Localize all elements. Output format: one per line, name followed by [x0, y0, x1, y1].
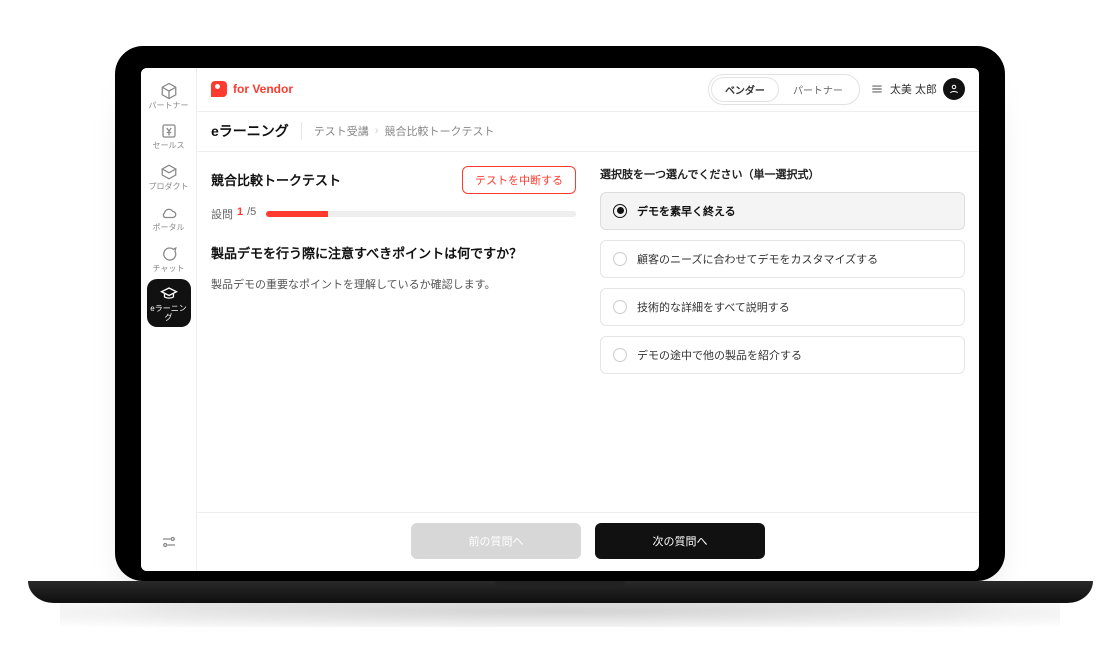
answer-option-label: 技術的な詳細をすべて説明する — [637, 299, 790, 315]
laptop-frame: パートナー セールス プロダクト ポータル — [0, 0, 1120, 672]
radio-icon — [613, 204, 627, 218]
question-panel: 競合比較トークテスト テストを中断する 設問 1/5 — [211, 166, 576, 504]
user-menu[interactable]: 太美 太郎 — [870, 78, 965, 100]
test-title: 競合比較トークテスト — [211, 170, 341, 189]
segmented-vendor[interactable]: ベンダー — [711, 77, 779, 102]
answer-option[interactable]: デモの途中で他の製品を紹介する — [600, 336, 965, 374]
user-name: 太美 太郎 — [890, 81, 937, 97]
answer-option[interactable]: 技術的な詳細をすべて説明する — [600, 288, 965, 326]
sidebar-item-label: eラーニング — [147, 305, 191, 323]
answers-title: 選択肢を一つ選んでください（単一選択式） — [600, 166, 965, 182]
breadcrumb-item: 競合比較トークテスト — [384, 123, 494, 139]
sidebar-item-label: プロダクト — [149, 183, 189, 192]
answer-option-label: 顧客のニーズに合わせてデモをカスタマイズする — [637, 251, 878, 267]
answer-option-label: デモの途中で他の製品を紹介する — [637, 347, 802, 363]
progress-bar — [266, 211, 576, 217]
app-header: for Vendor ベンダー パートナー 太美 太郎 — [197, 68, 979, 112]
breadcrumb-item[interactable]: テスト受講 — [314, 123, 369, 139]
brand-text: for Vendor — [233, 82, 293, 96]
cloud-icon — [160, 204, 178, 222]
radio-icon — [613, 348, 627, 362]
prev-question-button[interactable]: 前の質問へ — [411, 523, 581, 559]
sidebar-item-portal[interactable]: ポータル — [147, 198, 191, 237]
answer-option-label: デモを素早く終える — [637, 203, 736, 219]
question-text: 製品デモを行う際に注意すべきポイントは何ですか？ — [211, 244, 576, 264]
breadcrumb: テスト受講 › 競合比較トークテスト — [314, 123, 495, 139]
box-icon — [160, 163, 178, 181]
content: 競合比較トークテスト テストを中断する 設問 1/5 — [197, 152, 979, 512]
logo-icon — [211, 81, 227, 97]
sidebar-item-product[interactable]: プロダクト — [147, 157, 191, 196]
sidebar-item-sales[interactable]: セールス — [147, 116, 191, 155]
progress-total: /5 — [247, 206, 256, 222]
radio-icon — [613, 252, 627, 266]
avatar — [943, 78, 965, 100]
laptop-bezel: パートナー セールス プロダクト ポータル — [115, 46, 1005, 581]
progress: 設問 1/5 — [211, 206, 576, 222]
chat-icon — [160, 245, 178, 263]
graduation-cap-icon — [160, 285, 178, 303]
app-screen: パートナー セールス プロダクト ポータル — [141, 68, 979, 571]
yen-card-icon — [160, 122, 178, 140]
radio-icon — [613, 300, 627, 314]
chevron-right-icon: › — [375, 125, 379, 137]
divider — [301, 122, 302, 140]
abort-test-button[interactable]: テストを中断する — [462, 166, 576, 194]
progress-current: 1 — [237, 206, 243, 222]
menu-lines-icon — [870, 82, 884, 96]
sidebar-item-label: パートナー — [149, 102, 189, 111]
segmented-partner[interactable]: パートナー — [779, 77, 857, 102]
sidebar-item-partner[interactable]: パートナー — [147, 76, 191, 115]
next-question-button[interactable]: 次の質問へ — [595, 523, 765, 559]
answer-option[interactable]: デモを素早く終える — [600, 192, 965, 230]
progress-label: 設問 — [211, 206, 233, 222]
cube-icon — [160, 82, 178, 100]
sidebar-settings[interactable] — [147, 529, 191, 555]
person-icon — [948, 83, 960, 95]
sidebar-item-chat[interactable]: チャット — [147, 239, 191, 278]
sidebar-item-elearning[interactable]: eラーニング — [147, 279, 191, 327]
sidebar: パートナー セールス プロダクト ポータル — [141, 68, 197, 571]
main-column: for Vendor ベンダー パートナー 太美 太郎 — [197, 68, 979, 571]
sidebar-item-label: セールス — [153, 142, 185, 151]
question-description: 製品デモの重要なポイントを理解しているか確認します。 — [211, 277, 576, 295]
answer-option[interactable]: 顧客のニーズに合わせてデモをカスタマイズする — [600, 240, 965, 278]
role-segmented: ベンダー パートナー — [708, 74, 860, 105]
sidebar-item-label: チャット — [153, 265, 185, 274]
sidebar-item-label: ポータル — [153, 224, 185, 233]
footer-nav: 前の質問へ 次の質問へ — [197, 512, 979, 571]
progress-fill — [266, 211, 328, 217]
page-title: eラーニング — [211, 121, 289, 141]
titlebar: eラーニング テスト受講 › 競合比較トークテスト — [197, 112, 979, 152]
sliders-icon — [160, 533, 178, 551]
brand: for Vendor — [211, 81, 293, 97]
laptop-base — [28, 581, 1093, 603]
answers-panel: 選択肢を一つ選んでください（単一選択式） デモを素早く終える 顧客のニーズに合わ… — [600, 166, 965, 504]
